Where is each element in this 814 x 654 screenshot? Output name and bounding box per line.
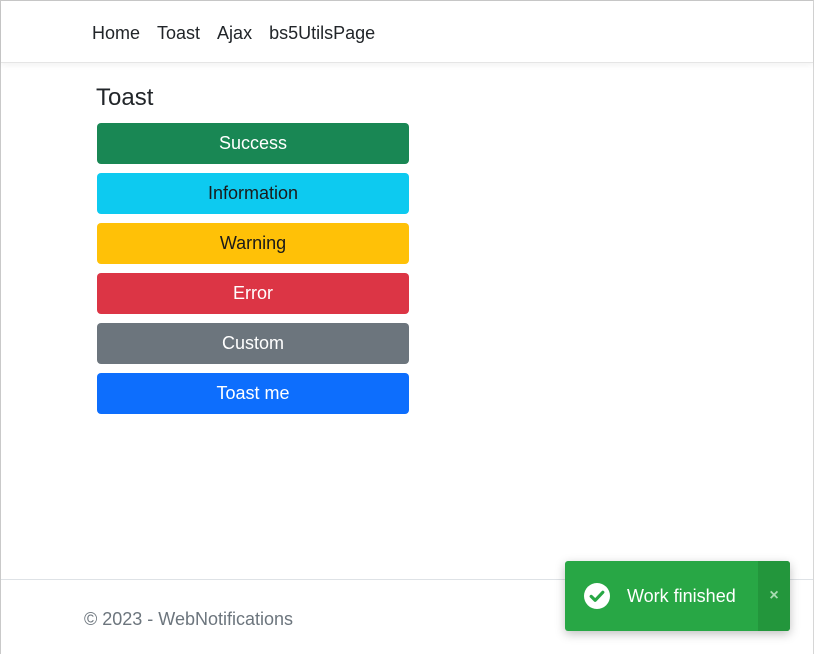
error-button[interactable]: Error <box>97 273 409 314</box>
toast-me-button[interactable]: Toast me <box>97 373 409 414</box>
nav-link-ajax[interactable]: Ajax <box>217 21 252 45</box>
success-button[interactable]: Success <box>97 123 409 164</box>
top-navbar: Home Toast Ajax bs5UtilsPage <box>1 1 813 63</box>
custom-button[interactable]: Custom <box>97 323 409 364</box>
warning-button[interactable]: Warning <box>97 223 409 264</box>
information-button[interactable]: Information <box>97 173 409 214</box>
nav-link-bs5utilspage[interactable]: bs5UtilsPage <box>269 21 375 45</box>
toast-notification[interactable]: Work finished × <box>565 561 790 631</box>
footer-copyright: © 2023 - WebNotifications <box>84 609 294 629</box>
toast-message: Work finished <box>627 586 736 606</box>
check-circle-icon <box>584 583 610 609</box>
page-title: Toast <box>96 84 154 111</box>
toast-close-button[interactable]: × <box>758 561 790 631</box>
main-content: Toast Success Information Warning Error … <box>96 83 409 423</box>
nav-links: Home Toast Ajax bs5UtilsPage <box>92 21 392 45</box>
nav-link-toast[interactable]: Toast <box>157 21 200 45</box>
browser-page: Home Toast Ajax bs5UtilsPage Toast Succe… <box>0 0 814 654</box>
nav-link-home[interactable]: Home <box>92 21 140 45</box>
